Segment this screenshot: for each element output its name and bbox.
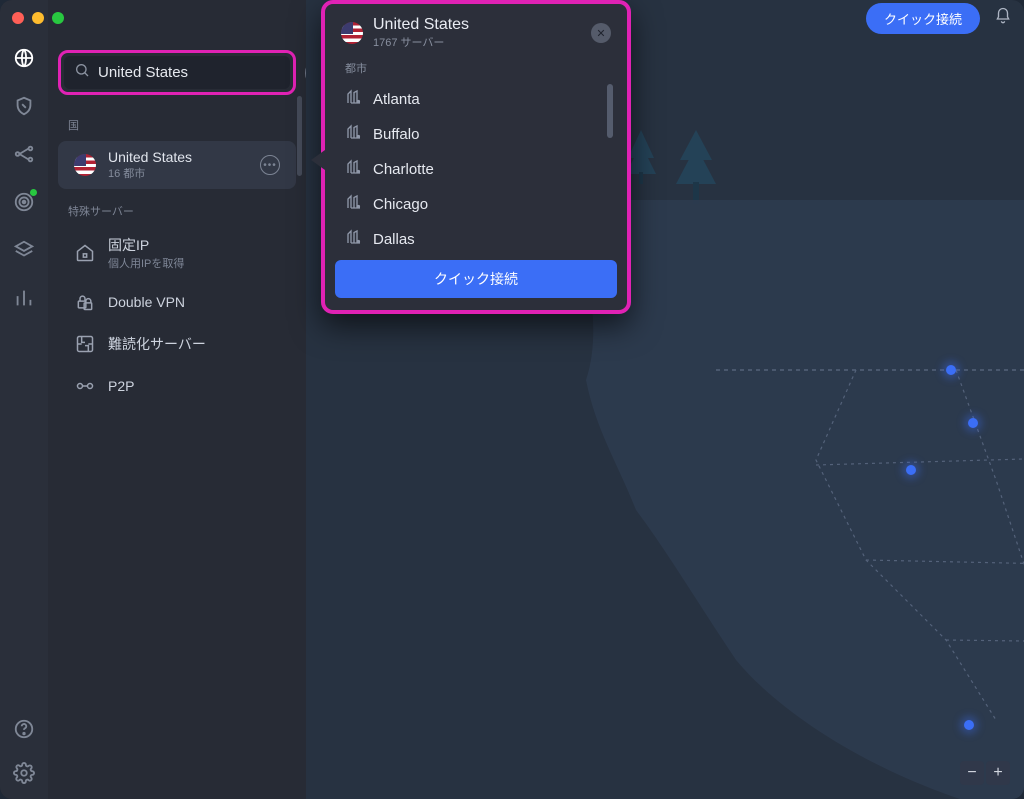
city-name: Dallas	[373, 231, 415, 248]
search-highlight: ✕	[58, 50, 296, 95]
city-item[interactable]: Charlotte	[335, 152, 617, 187]
nav-rail	[0, 0, 48, 799]
map-zoom-controls: − +	[960, 761, 1010, 785]
p2p-icon	[74, 375, 96, 397]
country-more-icon[interactable]: •••	[260, 155, 280, 175]
search-field[interactable]: ✕	[64, 56, 290, 89]
special-sub: 個人用IPを取得	[108, 255, 184, 271]
city-scrollbar[interactable]	[607, 84, 613, 138]
maximize-window-button[interactable]	[52, 12, 64, 24]
country-item-united-states[interactable]: United States 16 都市 •••	[58, 141, 296, 189]
search-icon	[74, 62, 90, 83]
nav-help-icon[interactable]	[12, 717, 36, 741]
flag-us-icon	[74, 154, 96, 176]
map-marker[interactable]	[968, 418, 978, 428]
sidebar: ✕ 国 United States 16 都市 ••• 特殊サーバー 固定IP …	[48, 0, 306, 799]
city-item[interactable]: Dallas	[335, 222, 617, 250]
zoom-in-button[interactable]: +	[986, 761, 1010, 785]
special-name: 難読化サーバー	[108, 334, 206, 354]
popup-quick-connect-button[interactable]: クイック接続	[335, 260, 617, 298]
nav-layers-icon[interactable]	[12, 238, 36, 262]
map-marker[interactable]	[946, 365, 956, 375]
double-lock-icon	[74, 291, 96, 313]
city-item[interactable]: Chicago	[335, 187, 617, 222]
city-list: Atlanta Buffalo Charlotte Chicago Dallas	[335, 82, 617, 250]
city-name: Charlotte	[373, 161, 434, 178]
city-icon	[345, 158, 363, 181]
city-icon	[345, 88, 363, 111]
city-icon	[345, 228, 363, 250]
city-icon	[345, 193, 363, 216]
countries-section-label: 国	[48, 111, 306, 139]
country-name: United States	[108, 149, 248, 165]
special-section-label: 特殊サーバー	[48, 197, 306, 225]
popup-close-icon[interactable]: ✕	[591, 23, 611, 43]
nav-mesh-icon[interactable]	[12, 142, 36, 166]
special-p2p[interactable]: P2P	[58, 367, 296, 405]
sidebar-scrollbar[interactable]	[297, 96, 302, 176]
maze-icon	[74, 333, 96, 355]
popup-title: United States	[373, 16, 469, 34]
popup-sub: 1767 サーバー	[373, 34, 469, 50]
city-name: Buffalo	[373, 126, 419, 143]
map-marker[interactable]	[964, 720, 974, 730]
flag-us-icon	[341, 22, 363, 44]
search-input[interactable]	[98, 64, 297, 81]
special-name: Double VPN	[108, 294, 185, 310]
nav-globe-icon[interactable]	[12, 46, 36, 70]
map-marker[interactable]	[906, 465, 916, 475]
city-name: Chicago	[373, 196, 428, 213]
country-sub: 16 都市	[108, 165, 248, 181]
nav-stats-icon[interactable]	[12, 286, 36, 310]
notifications-icon[interactable]	[994, 7, 1012, 30]
country-popup: United States 1767 サーバー ✕ 都市 Atlanta Buf…	[321, 0, 631, 314]
minimize-window-button[interactable]	[32, 12, 44, 24]
city-icon	[345, 123, 363, 146]
city-item[interactable]: Buffalo	[335, 117, 617, 152]
city-name: Atlanta	[373, 91, 420, 108]
home-ip-icon	[74, 242, 96, 264]
special-name: P2P	[108, 378, 134, 394]
close-window-button[interactable]	[12, 12, 24, 24]
special-obfuscated[interactable]: 難読化サーバー	[58, 325, 296, 363]
nav-settings-icon[interactable]	[12, 761, 36, 785]
quick-connect-button[interactable]: クイック接続	[866, 3, 980, 34]
special-dedicated-ip[interactable]: 固定IP 個人用IPを取得	[58, 227, 296, 279]
app-window: 国を選択してください クイック接続	[0, 0, 1024, 799]
tree-icon	[676, 130, 716, 210]
special-double-vpn[interactable]: Double VPN	[58, 283, 296, 321]
popup-pointer	[311, 150, 325, 170]
traffic-lights	[12, 12, 64, 24]
special-name: 固定IP	[108, 235, 184, 255]
nav-shield-icon[interactable]	[12, 94, 36, 118]
popup-cities-label: 都市	[335, 58, 617, 82]
city-item[interactable]: Atlanta	[335, 82, 617, 117]
zoom-out-button[interactable]: −	[960, 761, 984, 785]
nav-radar-icon[interactable]	[12, 190, 36, 214]
